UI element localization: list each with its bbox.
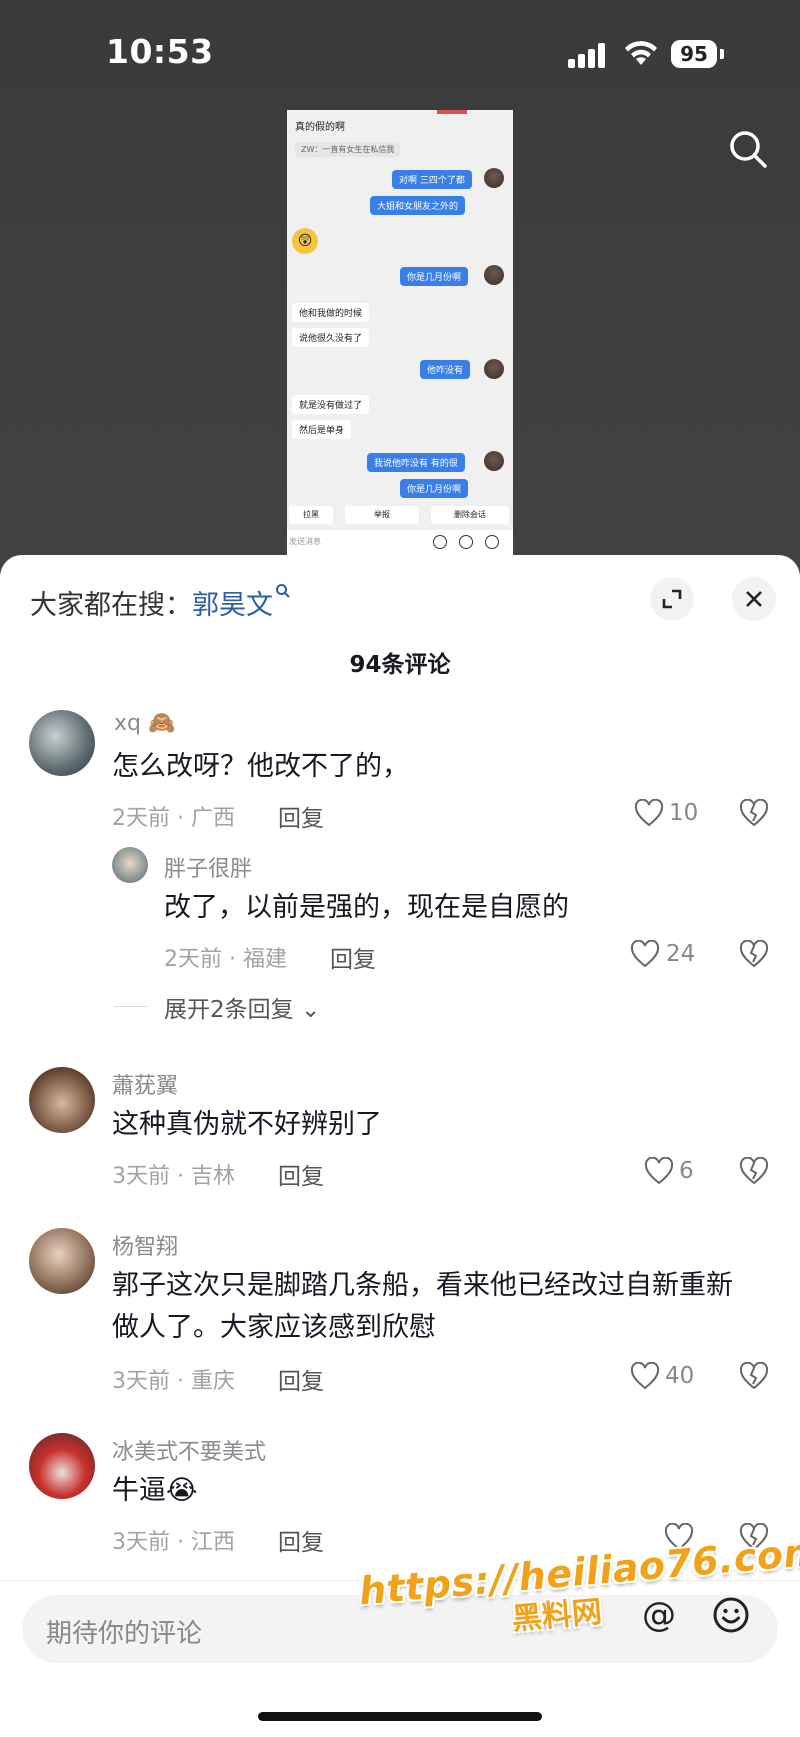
comment-text: 这种真伪就不好辨别了 [112,1109,382,1140]
comment-meta: 3天前 · 江西 [112,1530,235,1555]
chat-bubble: 他和我做的时候 [292,303,370,322]
like-count: 24 [666,941,696,967]
expand-icon [662,589,682,609]
chat-bubble: 说他很久没有了 [292,328,370,347]
chat-top-text: 真的假的啊 [295,122,345,133]
comment-text: 牛逼😭 [112,1475,198,1506]
close-icon [746,591,762,607]
comment-count: 94条评论 [349,652,451,678]
chat-input-placeholder: 发送消息 [289,537,321,546]
signal-icon [568,42,608,68]
heart-icon[interactable] [644,1157,674,1185]
chat-avatar [484,265,504,285]
chat-avatar [484,168,504,188]
comment-username[interactable]: 杨智翔 [112,1229,178,1261]
chat-avatar [484,359,504,379]
chat-emoji-icon [459,535,473,549]
chat-bubble: 然后是单身 [292,420,352,439]
avatar[interactable] [112,847,148,883]
chat-avatar [484,451,504,471]
chat-emoji-icon: 😲 [292,228,318,254]
avatar[interactable] [29,1067,95,1133]
expand-divider [114,1006,148,1007]
avatar[interactable] [29,1228,95,1294]
reply-button[interactable]: 回复 [278,799,324,833]
chat-bubble: 对啊 三四个了都 [392,170,472,189]
comment-username[interactable]: xq 🙈 [114,711,175,736]
reply-button[interactable]: 回复 [278,1157,324,1191]
heart-icon[interactable] [634,799,664,827]
status-time: 10:53 [106,32,214,71]
chat-voice-icon [433,535,447,549]
chat-bubble: 他咋没有 [420,360,471,379]
comment-input-placeholder: 期待你的评论 [46,1619,203,1649]
comment-text: 郭子这次只是脚踏几条船，看来他已经改过自新重新 [112,1270,733,1301]
search-icon [276,584,290,598]
chat-action-report: 举报 [345,506,419,524]
expand-button[interactable] [650,577,694,621]
broken-heart-icon[interactable] [739,940,769,968]
video-chat-screenshot[interactable]: 真的假的啊 ZW：一直有女生在私信我 对啊 三四个了都 大姐和女朋友之外的 😲 … [287,110,513,555]
comment-username[interactable]: 冰美式不要美式 [112,1434,266,1466]
heart-icon[interactable] [630,1362,660,1390]
chat-bubble: 我说他咋没有 有的很 [367,453,465,472]
comment-text-line2: 做人了。大家应该感到欣慰 [112,1312,436,1343]
comment-text: 怎么改呀？他改不了的， [112,751,409,782]
home-indicator[interactable] [258,1712,542,1721]
avatar[interactable] [29,710,95,776]
broken-heart-icon[interactable] [739,799,769,827]
comment-username[interactable]: 蕭莸翼 [112,1068,178,1100]
comment-meta: 2天前 · 福建 [164,947,287,972]
hot-search-prefix: 大家都在搜： [30,590,192,621]
expand-replies-button[interactable]: 展开2条回复 ⌄ [164,990,320,1024]
chat-red-bar [437,110,467,114]
chat-action-delete: 删除会话 [431,506,509,524]
heart-icon[interactable] [630,940,660,968]
comment-username[interactable]: 胖子很胖 [164,851,252,883]
battery-indicator: 95 [671,40,717,68]
chat-bubble: 就是没有做过了 [292,395,370,414]
comment-meta: 3天前 · 重庆 [112,1369,235,1394]
broken-heart-icon[interactable] [739,1157,769,1185]
wifi-icon [625,41,657,65]
broken-heart-icon[interactable] [739,1362,769,1390]
like-count: 6 [679,1158,694,1184]
chat-bubble: 你是几月份啊 [400,479,469,498]
comment-text: 改了，以前是强的，现在是自愿的 [164,892,569,923]
comment-meta: 2天前 · 广西 [112,806,235,831]
search-icon[interactable] [726,127,770,171]
chevron-down-icon: ⌄ [300,997,321,1023]
chat-action-block: 拉黑 [289,506,333,524]
like-count: 10 [669,800,699,826]
chat-zw-tip: ZW：一直有女生在私信我 [295,142,401,157]
battery-tip [720,49,724,59]
reply-button[interactable]: 回复 [278,1362,324,1396]
chat-input-bar: 发送消息 [287,530,513,555]
reply-button[interactable]: 回复 [278,1523,324,1557]
close-button[interactable] [732,577,776,621]
chat-action-bar: 拉黑 举报 删除会话 [287,503,513,527]
reply-button[interactable]: 回复 [330,940,376,974]
chat-plus-icon [485,535,499,549]
hot-search-keyword[interactable]: 郭昊文 [192,590,273,621]
hot-search-bar[interactable]: 大家都在搜：郭昊文 [30,583,291,622]
avatar[interactable] [29,1433,95,1499]
status-bar: 10:53 95 [0,0,800,110]
comment-meta: 3天前 · 吉林 [112,1164,235,1189]
chat-bubble: 大姐和女朋友之外的 [370,196,466,215]
chat-bubble: 你是几月份啊 [400,267,469,286]
like-count: 40 [665,1363,695,1389]
